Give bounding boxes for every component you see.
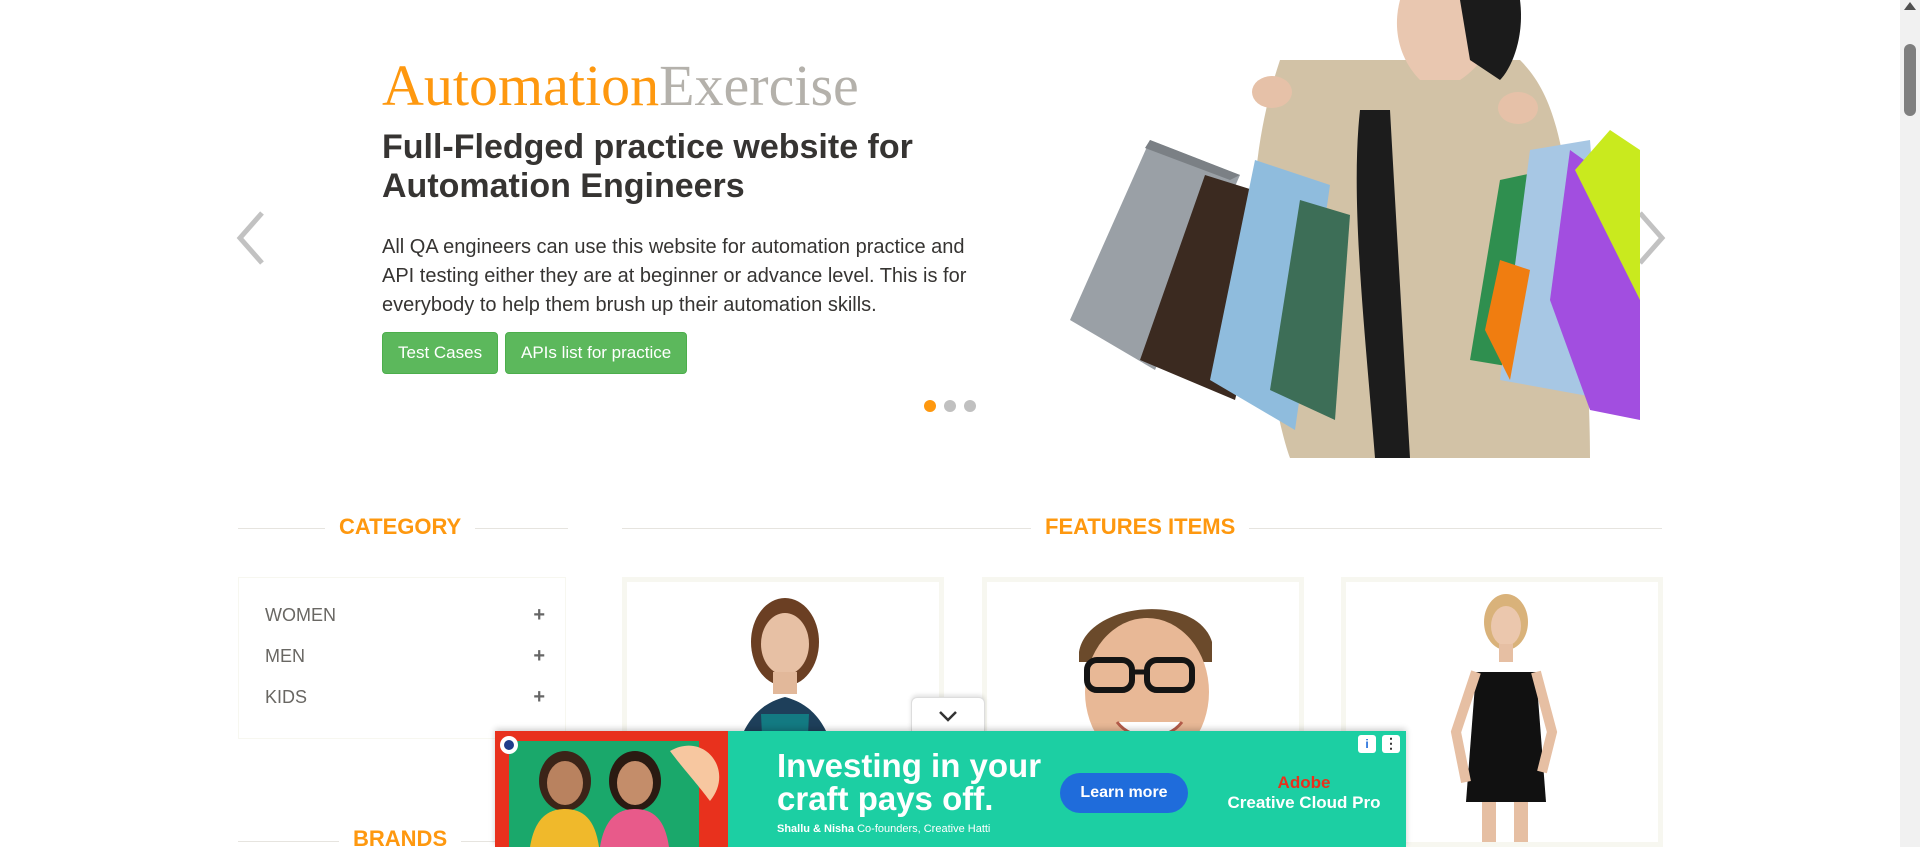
ad-credit-names: Shallu & Nisha — [777, 823, 855, 835]
hero-carousel: AutomationExercise Full-Fledged practice… — [0, 0, 1900, 458]
category-item-label: Women — [265, 604, 336, 625]
page-scrollbar[interactable] — [1900, 0, 1920, 847]
category-item-kids[interactable]: Kids + — [265, 682, 545, 712]
hero-description: All QA engineers can use this website fo… — [382, 236, 967, 316]
test-cases-button[interactable]: Test Cases — [382, 332, 499, 374]
carousel-indicator-2[interactable] — [944, 400, 956, 412]
category-title: Category — [325, 514, 476, 540]
category-panel: Women + Men + Kids + — [238, 577, 566, 739]
category-item-label: Men — [265, 645, 305, 666]
hero-shopping-woman-image — [1070, 0, 1640, 458]
ad-banner[interactable]: Investing in your craft pays off. Shallu… — [495, 731, 1406, 847]
plus-icon[interactable]: + — [533, 645, 545, 668]
category-item-label: Kids — [265, 686, 308, 707]
brand-part-exercise: Exercise — [659, 53, 859, 118]
ad-credit: Shallu & Nisha Co-founders, Creative Hat… — [777, 823, 990, 835]
category-item-women[interactable]: Women + — [265, 600, 545, 630]
apis-list-button[interactable]: APIs list for practice — [505, 332, 688, 374]
brands-title: Brands — [339, 826, 462, 847]
carousel-indicator-1[interactable] — [924, 400, 936, 412]
ad-image-founders — [495, 731, 728, 847]
ad-learn-more-button[interactable]: Learn more — [1060, 773, 1188, 813]
brand-part-automation: Automation — [382, 53, 660, 118]
features-title: Features Items — [1031, 514, 1250, 540]
ad-brand: Adobe Creative Cloud Pro — [1219, 773, 1389, 813]
carousel-prev-icon[interactable] — [232, 205, 272, 271]
hero-headline: Full-Fledged practice website for Automa… — [382, 128, 913, 205]
plus-icon[interactable]: + — [533, 604, 545, 627]
category-item-men[interactable]: Men + — [265, 641, 545, 671]
ad-product-name: Creative Cloud Pro — [1227, 793, 1381, 812]
plus-icon[interactable]: + — [533, 686, 545, 709]
ad-menu-icon[interactable]: ⋮ — [1382, 735, 1400, 753]
chevron-down-icon — [939, 710, 957, 722]
ad-credit-role: Co-founders, Creative Hatti — [857, 823, 991, 835]
carousel-indicator-3[interactable] — [964, 400, 976, 412]
ad-headline: Investing in your craft pays off. — [777, 747, 1042, 817]
scrollbar-thumb[interactable] — [1904, 44, 1916, 116]
carousel-indicators — [924, 400, 976, 412]
ad-collapse-button[interactable] — [911, 697, 985, 733]
ad-info-icon[interactable]: i — [1358, 735, 1376, 753]
hero-brand-logo: AutomationExercise — [382, 52, 859, 119]
adobe-logo-text: Adobe — [1277, 773, 1331, 792]
scroll-up-arrow-icon[interactable] — [1904, 2, 1916, 10]
